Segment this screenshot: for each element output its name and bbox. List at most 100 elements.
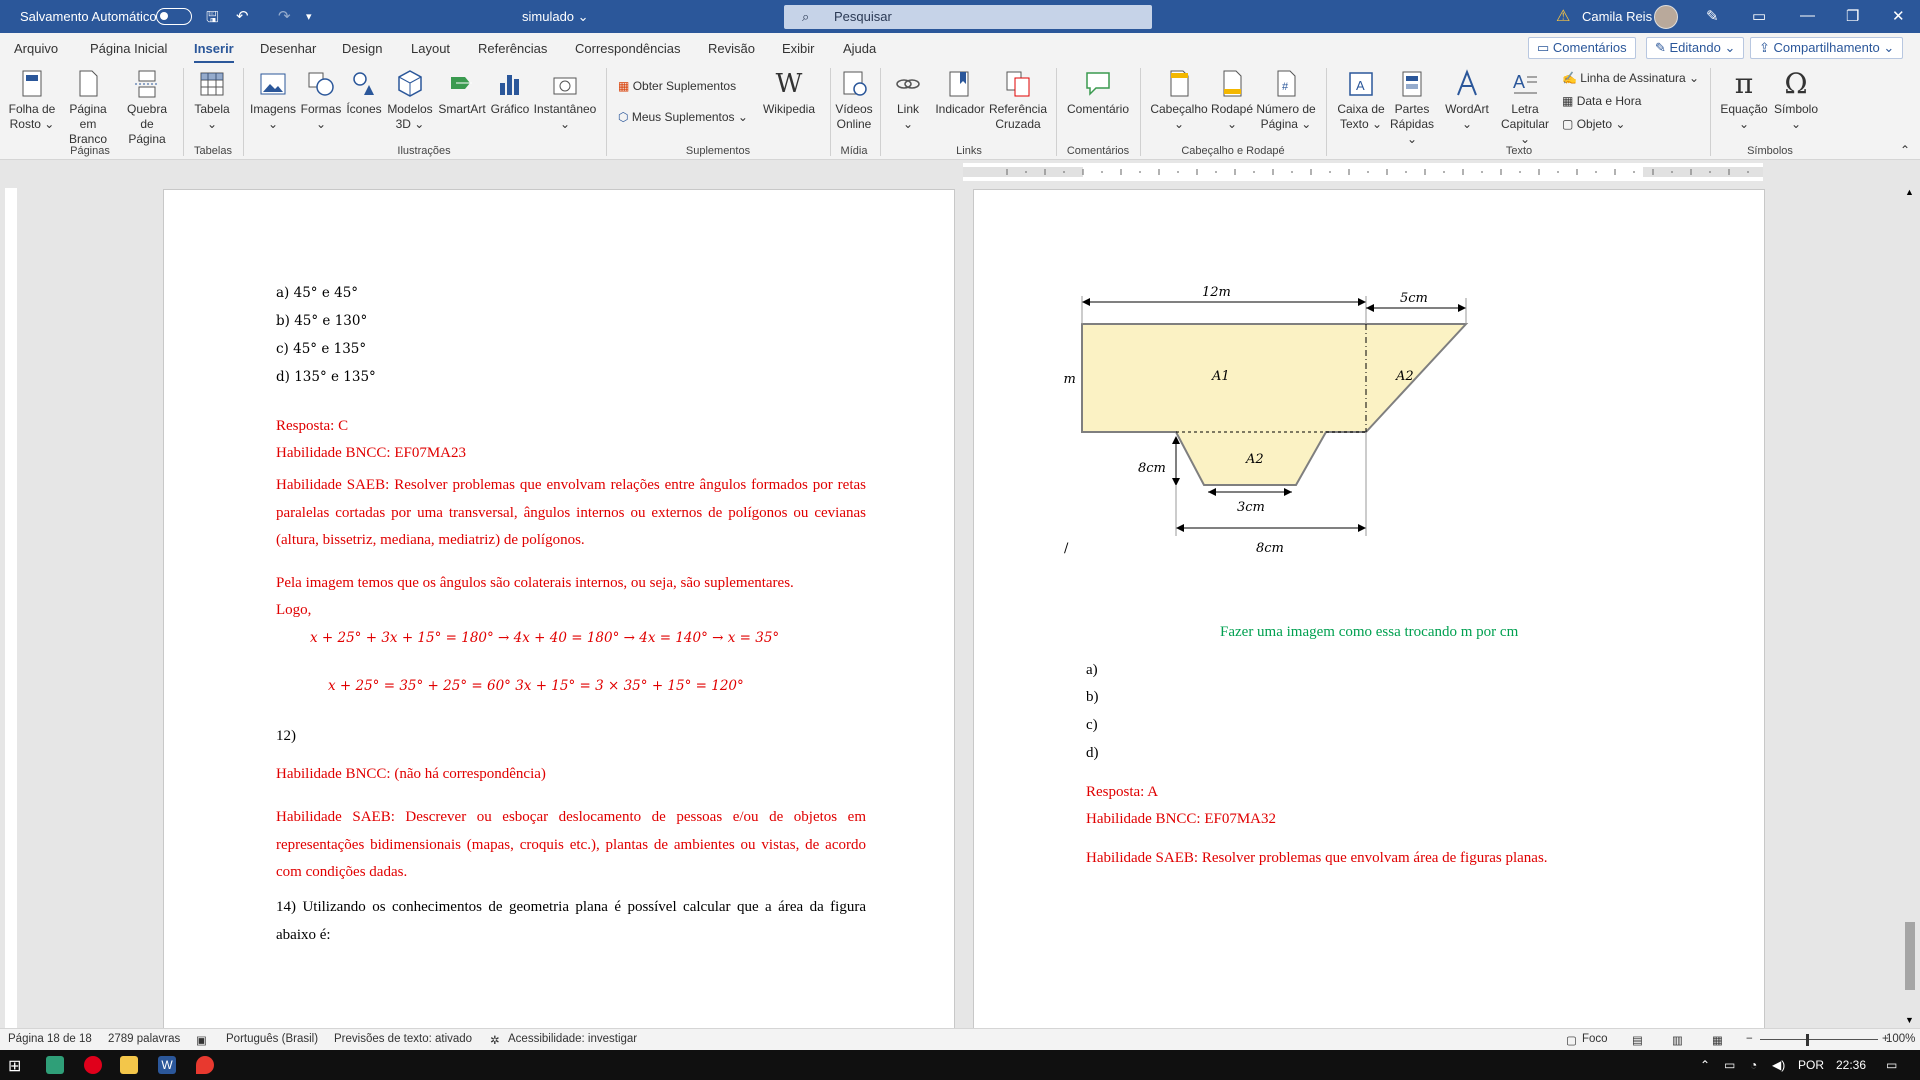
customize-quick-access-icon[interactable]: ▾ (306, 10, 312, 23)
notification-icon[interactable]: ▭ (1886, 1058, 1897, 1072)
accessibility-icon[interactable]: ✲ (490, 1033, 500, 1047)
editing-button[interactable]: ✎ Editando ⌄ (1646, 37, 1745, 59)
get-addins-button[interactable]: ▦ Obter Suplementos (618, 79, 736, 93)
comments-button[interactable]: ▭ Comentários (1528, 37, 1636, 59)
redo-icon[interactable]: ↷ (278, 7, 291, 25)
my-addins-button[interactable]: ⬡ Meus Suplementos ⌄ (618, 110, 748, 124)
app-icon[interactable] (196, 1056, 214, 1074)
search-box[interactable]: ⌕ Pesquisar (784, 5, 1152, 29)
wifi-icon[interactable]: ◔ (1750, 1058, 1757, 1072)
tab-ajuda[interactable]: Ajuda (843, 41, 876, 56)
ribbon-display-icon[interactable]: ▭ (1752, 7, 1766, 25)
text-predictions-status[interactable]: Previsões de texto: ativado (334, 1033, 472, 1045)
warning-icon[interactable]: ⚠ (1556, 6, 1570, 26)
new-comment-button[interactable]: Comentário (1064, 69, 1132, 117)
focus-label[interactable]: Foco (1582, 1033, 1608, 1045)
scroll-up-icon[interactable]: ▲ (1905, 187, 1914, 197)
tab-layout[interactable]: Layout (411, 41, 450, 56)
zoom-level[interactable]: 100% (1886, 1033, 1915, 1045)
web-layout-icon[interactable]: ▦ (1712, 1033, 1723, 1047)
edge-icon[interactable] (46, 1056, 64, 1074)
language-status[interactable]: Português (Brasil) (226, 1033, 318, 1045)
tab-design[interactable]: Design (342, 41, 382, 56)
save-icon[interactable]: 🖫 (206, 7, 219, 32)
tab-exibir[interactable]: Exibir (782, 41, 815, 56)
scroll-down-icon[interactable]: ▼ (1905, 1015, 1914, 1025)
chart-button[interactable]: Gráfico (488, 69, 532, 117)
tray-up-icon[interactable]: ⌃ (1700, 1058, 1710, 1072)
print-layout-icon[interactable]: ▥ (1672, 1033, 1683, 1047)
symbol-button[interactable]: Ω Símbolo ⌄ (1770, 69, 1822, 132)
tab-revisao[interactable]: Revisão (708, 41, 755, 56)
3d-models-button[interactable]: Modelos 3D ⌄ (384, 69, 436, 132)
icons-button[interactable]: Ícones (344, 69, 384, 117)
cross-reference-button[interactable]: Referência Cruzada (988, 69, 1048, 132)
horizontal-ruler[interactable] (963, 163, 1763, 181)
share-button[interactable]: ⇪ Compartilhamento ⌄ (1750, 37, 1904, 59)
tab-inserir[interactable]: Inserir (194, 41, 234, 64)
avatar[interactable] (1654, 5, 1678, 29)
object-button[interactable]: ▢ Objeto ⌄ (1562, 117, 1625, 131)
cover-page-button[interactable]: Folha de Rosto ⌄ (8, 69, 56, 132)
vertical-ruler[interactable] (5, 188, 17, 1028)
pen-icon[interactable]: ✎ (1706, 7, 1719, 25)
restore-icon[interactable]: ❐ (1846, 7, 1859, 25)
wordart-button[interactable]: WordArt ⌄ (1440, 69, 1494, 132)
autosave-toggle[interactable] (156, 8, 192, 25)
zoom-slider-track[interactable] (1760, 1039, 1878, 1040)
clock[interactable]: 22:36 (1836, 1058, 1866, 1072)
signature-line-button[interactable]: ✍ Linha de Assinatura ⌄ (1562, 71, 1699, 85)
geometry-figure[interactable]: 12m 5cm 6cm A1 A2 A2 8cm 3cm 8cm / (1064, 280, 1534, 560)
drop-cap-button[interactable]: A Letra Capitular ⌄ (1496, 69, 1554, 147)
word-count[interactable]: 2789 palavras (108, 1033, 180, 1045)
user-name[interactable]: Camila Reis (1582, 9, 1652, 24)
footer-button[interactable]: Rodapé ⌄ (1210, 69, 1254, 132)
document-name[interactable]: simulado ⌄ (522, 9, 589, 25)
images-button[interactable]: Imagens ⌄ (250, 69, 296, 132)
focus-icon[interactable]: ▢ (1566, 1033, 1577, 1047)
wikipedia-button[interactable]: W Wikipedia (758, 69, 820, 117)
close-icon[interactable]: ✕ (1892, 7, 1905, 25)
link-button[interactable]: Link ⌄ (890, 69, 926, 132)
date-time-button[interactable]: ▦ Data e Hora (1562, 94, 1641, 108)
online-video-button[interactable]: Vídeos Online (834, 69, 874, 132)
document-page-2[interactable]: 12m 5cm 6cm A1 A2 A2 8cm 3cm 8cm / Fazer… (973, 189, 1765, 1029)
equation-button[interactable]: π Equação ⌄ (1718, 69, 1770, 132)
shapes-button[interactable]: Formas ⌄ (300, 69, 342, 132)
accessibility-status[interactable]: Acessibilidade: investigar (508, 1033, 637, 1045)
tab-desenhar[interactable]: Desenhar (260, 41, 316, 56)
bookmark-button[interactable]: Indicador (934, 69, 986, 117)
file-explorer-icon[interactable] (120, 1056, 138, 1074)
tab-correspondencias[interactable]: Correspondências (575, 41, 681, 56)
input-language[interactable]: POR (1798, 1058, 1824, 1072)
page-count[interactable]: Página 18 de 18 (8, 1033, 92, 1045)
table-button[interactable]: Tabela ⌄ (192, 69, 232, 132)
smartart-button[interactable]: SmartArt (436, 69, 488, 117)
battery-icon[interactable]: ▭ (1724, 1058, 1735, 1072)
undo-icon[interactable]: ↶ (236, 7, 249, 25)
tab-arquivo[interactable]: Arquivo (14, 41, 58, 56)
tab-pagina-inicial[interactable]: Página Inicial (90, 41, 167, 56)
scrollbar-thumb[interactable] (1905, 922, 1915, 990)
tab-referencias[interactable]: Referências (478, 41, 547, 56)
collapse-ribbon-icon[interactable]: ⌃ (1900, 143, 1910, 157)
windows-start-icon[interactable]: ⊞ (8, 1056, 26, 1075)
read-mode-icon[interactable]: ▤ (1632, 1033, 1643, 1047)
minimize-icon[interactable]: — (1800, 7, 1815, 24)
zoom-out-icon[interactable]: − (1746, 1033, 1753, 1045)
snapshot-button[interactable]: Instantâneo ⌄ (532, 69, 598, 132)
header-button[interactable]: Cabeçalho ⌄ (1148, 69, 1210, 132)
page-number-button[interactable]: # Número de Página ⌄ (1254, 69, 1318, 132)
word-icon[interactable]: W (158, 1056, 176, 1074)
page-break-button[interactable]: Quebra de Página (122, 69, 172, 147)
vertical-scrollbar[interactable]: ▲ ▼ (1902, 187, 1918, 1027)
chart-icon (500, 75, 519, 95)
document-page-1[interactable]: a) 45° e 45° b) 45° e 130° c) 45° e 135°… (163, 189, 955, 1029)
blank-page-button[interactable]: Página em Branco (60, 69, 116, 147)
volume-icon[interactable]: ◀) (1772, 1058, 1785, 1072)
proofing-icon[interactable]: ▣ (196, 1033, 207, 1047)
opera-icon[interactable] (84, 1056, 102, 1074)
quick-parts-button[interactable]: Partes Rápidas ⌄ (1386, 69, 1438, 147)
text-box-button[interactable]: A Caixa de Texto ⌄ (1334, 69, 1388, 132)
zoom-slider-thumb[interactable] (1806, 1034, 1809, 1046)
